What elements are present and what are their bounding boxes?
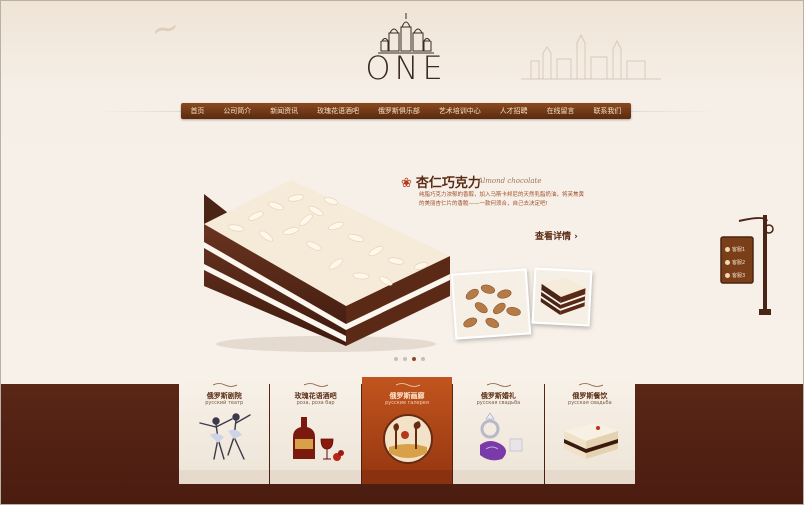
feature-cards: 俄罗斯剧院 русский театр 玫瑰花语酒吧 роза, роза ба… bbox=[179, 377, 636, 484]
main-nav: 首页 公司简介 新闻资讯 玫瑰花语酒吧 俄罗斯俱乐部 艺术培训中心 人才招聘 在… bbox=[181, 103, 631, 119]
card-rose-bar[interactable]: 玫瑰花语酒吧 роза, роза бар bbox=[270, 377, 361, 484]
almond-cake-image bbox=[204, 180, 450, 352]
nav-item-careers[interactable]: 人才招聘 bbox=[500, 106, 528, 116]
nav-item-contact[interactable]: 联系我们 bbox=[593, 106, 621, 116]
wedding-ring-image bbox=[480, 412, 523, 461]
card-theater[interactable]: 俄罗斯剧院 русский театр bbox=[179, 377, 270, 484]
promo-description: 纯脂巧克力浓郁的香醇，加入马斯卡邦尼的天然乳脂奶油，将芙焦黄的美丽杏仁片的香脆—… bbox=[419, 192, 585, 207]
nav-item-about[interactable]: 公司简介 bbox=[223, 106, 251, 116]
nav-item-message[interactable]: 在线留言 bbox=[547, 106, 575, 116]
card-subtitle: русская свадьба bbox=[568, 400, 612, 406]
ornament-icon bbox=[578, 383, 603, 387]
logo[interactable]: ONE bbox=[361, 11, 451, 89]
card-subtitle: русская свадьба bbox=[476, 400, 521, 406]
nav-item-rose-bar[interactable]: 玫瑰花语酒吧 bbox=[317, 106, 359, 116]
service-button-2[interactable]: 客服2 bbox=[725, 257, 751, 267]
cake-slice-image bbox=[540, 277, 586, 315]
painting-image bbox=[382, 414, 433, 464]
chat-icon bbox=[725, 272, 730, 278]
chat-icon bbox=[725, 246, 730, 252]
page: ~ ONE 首页 公司简介 新闻资讯 玫瑰花语酒吧 俄罗斯俱乐部 艺术培训中心 … bbox=[0, 0, 804, 505]
service-button-1[interactable]: 客服1 bbox=[725, 244, 751, 254]
ornament-icon bbox=[213, 383, 237, 387]
service-label-3: 客服3 bbox=[732, 272, 746, 279]
ballet-dancers-image bbox=[199, 413, 251, 460]
slide-dot-3[interactable] bbox=[412, 357, 416, 361]
ornament-icon bbox=[395, 383, 420, 387]
card-wedding[interactable]: 俄罗斯婚礼 русская свадьба bbox=[453, 377, 544, 484]
card-subtitle: русский театр bbox=[205, 400, 244, 406]
flower-icon: ❀ bbox=[401, 176, 412, 191]
service-button-3[interactable]: 客服3 bbox=[725, 270, 751, 280]
service-label-2: 客服2 bbox=[732, 259, 746, 266]
nav-item-russian-club[interactable]: 俄罗斯俱乐部 bbox=[378, 106, 420, 116]
header-script-decoration: ~ bbox=[147, 6, 184, 52]
city-skyline-decoration bbox=[521, 33, 661, 80]
cake-slice-image bbox=[563, 423, 618, 459]
card-gallery[interactable]: 俄罗斯画廊 русские галерея bbox=[361, 377, 453, 484]
ornament-icon bbox=[487, 383, 512, 387]
almonds-thumbnail[interactable] bbox=[450, 268, 532, 340]
slide-indicator bbox=[394, 357, 425, 361]
view-details-link[interactable]: 查看详情 › bbox=[535, 229, 578, 242]
nav-item-home[interactable]: 首页 bbox=[190, 106, 204, 116]
nav-item-art-training[interactable]: 艺术培训中心 bbox=[439, 106, 481, 116]
service-label-1: 客服1 bbox=[732, 246, 746, 253]
slide-dot-4[interactable] bbox=[421, 357, 425, 361]
nav-item-news[interactable]: 新闻资讯 bbox=[270, 106, 298, 116]
slide-dot-2[interactable] bbox=[403, 357, 407, 361]
card-subtitle: роза, роза бар bbox=[296, 400, 335, 406]
chat-icon bbox=[725, 259, 730, 265]
almonds-image bbox=[463, 284, 521, 328]
promo-title: ❀ 杏仁巧克力 bbox=[401, 172, 481, 191]
logo-text: ONE bbox=[365, 49, 447, 87]
wine-bottle-image bbox=[293, 417, 345, 461]
card-dining[interactable]: 俄罗斯餐饮 русская свадьба bbox=[544, 377, 636, 484]
slide-dot-1[interactable] bbox=[394, 357, 398, 361]
promo-script-subtitle: Almond chocolate bbox=[478, 177, 542, 185]
cake-slice-thumbnail[interactable] bbox=[531, 267, 593, 327]
promo-title-text: 杏仁巧克力 bbox=[415, 176, 481, 191]
ornament-icon bbox=[304, 383, 329, 387]
card-subtitle: русские галерея bbox=[385, 400, 429, 406]
